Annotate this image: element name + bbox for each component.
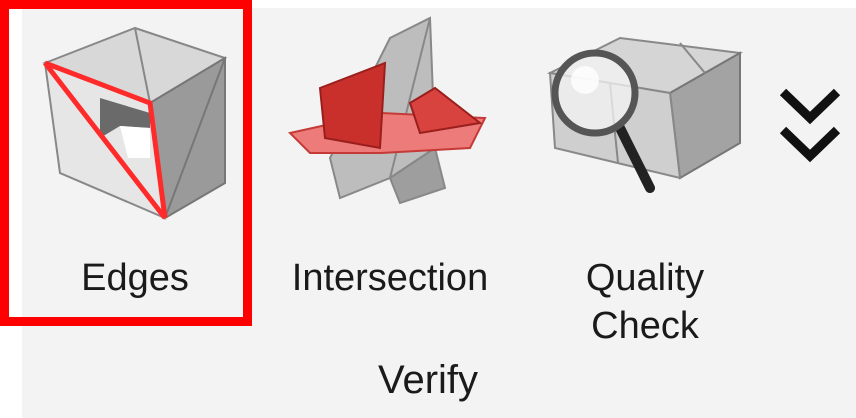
intersection-planes-icon [288,16,487,205]
double-chevron-down-icon[interactable] [775,80,845,170]
intersection-tool-button[interactable]: Intersection [270,8,510,338]
quality-check-tool-button[interactable]: Quality Check [530,8,760,347]
group-label-verify: Verify [377,358,479,402]
edges-cube-icon [42,26,228,220]
edges-tool-button[interactable]: Edges [30,8,240,338]
quality-check-label: Quality Check [585,257,705,347]
intersection-label: Intersection [291,257,489,299]
quality-check-magnifier-icon [546,36,744,193]
edges-label: Edges [81,257,189,299]
